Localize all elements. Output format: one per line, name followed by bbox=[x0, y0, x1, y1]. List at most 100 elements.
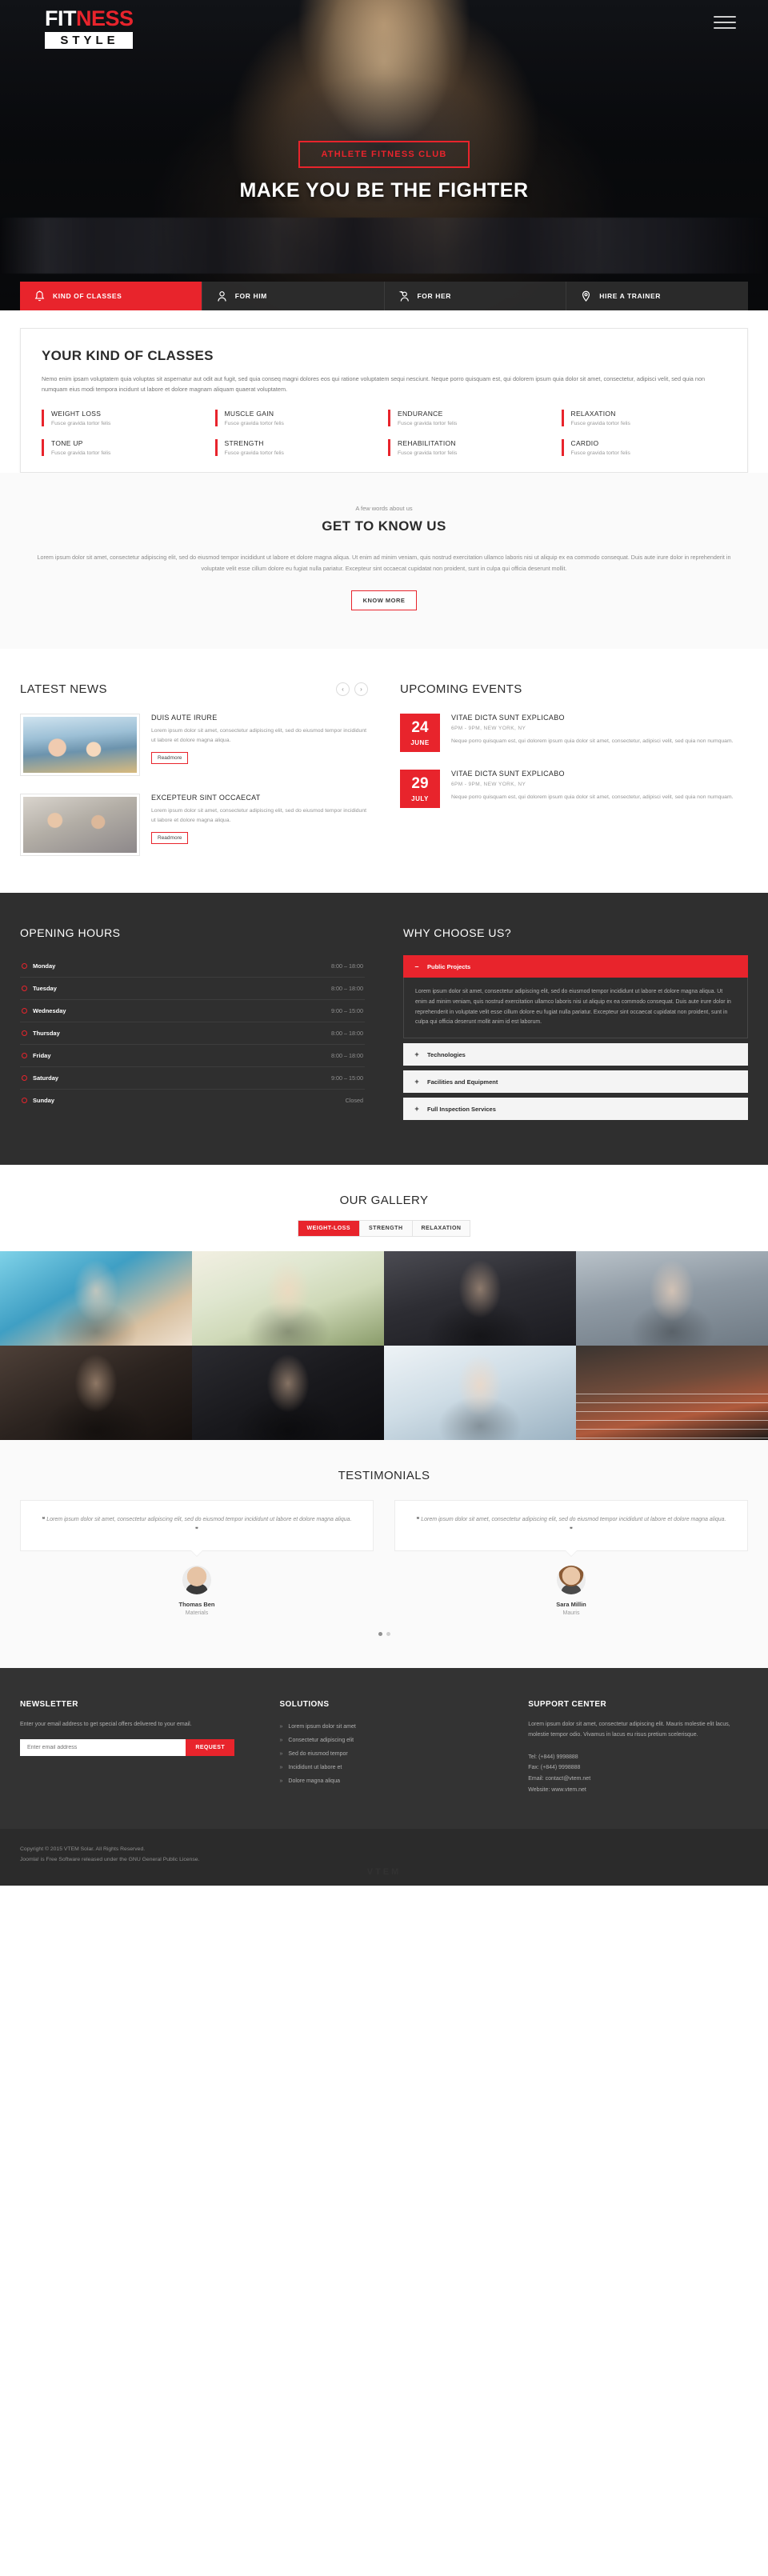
support-website[interactable]: Website: www.vtem.net bbox=[528, 1785, 748, 1796]
nav-item-for-him[interactable]: FOR HIM bbox=[201, 282, 384, 310]
hours-row: Thursday 8:00 – 18:00 bbox=[20, 1022, 365, 1046]
class-item[interactable]: RELAXATION Fusce gravida tortor felis bbox=[561, 409, 727, 426]
know-more-button[interactable]: KNOW MORE bbox=[350, 590, 418, 611]
chevron-right-icon: » bbox=[279, 1778, 283, 1784]
copyright-line-1: Copyright © 2015 VTEM Solar. All Rights … bbox=[20, 1846, 146, 1853]
class-item[interactable]: CARDIO Fusce gravida tortor felis bbox=[561, 438, 727, 456]
testimonial-quote-box: ❝ Lorem ipsum dolor sit amet, consectetu… bbox=[394, 1500, 748, 1551]
open-quote-icon: ❝ bbox=[42, 1517, 46, 1523]
hero-copy: ATHLETE FITNESS CLUB MAKE YOU BE THE FIG… bbox=[0, 141, 768, 202]
footer-support-column: SUPPORT CENTER Lorem ipsum dolor sit ame… bbox=[528, 1700, 748, 1795]
accordion-header[interactable]: + Technologies bbox=[403, 1043, 748, 1066]
about-title: GET TO KNOW US bbox=[322, 518, 446, 534]
newsletter-email-input[interactable] bbox=[20, 1738, 186, 1756]
newsletter-request-button[interactable]: REQUEST bbox=[186, 1738, 234, 1756]
gallery-tile-water-bottle[interactable] bbox=[192, 1251, 384, 1346]
bullet-dot-icon bbox=[22, 963, 27, 970]
news-prev-arrow-icon[interactable]: ‹ bbox=[336, 682, 350, 697]
accordion-item-technologies: + Technologies bbox=[403, 1043, 748, 1066]
newsletter-title: NEWSLETTER bbox=[20, 1699, 78, 1709]
plus-icon: + bbox=[414, 1050, 419, 1059]
news-readmore-button[interactable]: Readmore bbox=[151, 751, 189, 764]
why-choose-us-column: WHY CHOOSE US? – Public Projects Lorem i… bbox=[403, 926, 748, 1125]
accordion-header[interactable]: + Facilities and Equipment bbox=[403, 1070, 748, 1094]
site-logo[interactable]: FITNESS STYLE bbox=[45, 8, 134, 49]
hero-title: MAKE YOU BE THE FIGHTER bbox=[239, 179, 529, 202]
class-item-desc: Fusce gravida tortor felis bbox=[570, 450, 630, 456]
event-date-badge: 29 JULY bbox=[400, 770, 440, 809]
event-title[interactable]: VITAE DICTA SUNT EXPLICABO bbox=[451, 770, 734, 778]
nav-item-kind-of-classes[interactable]: KIND OF CLASSES bbox=[20, 282, 202, 310]
upcoming-events-header: UPCOMING EVENTS bbox=[400, 682, 748, 696]
accordion-header[interactable]: + Full Inspection Services bbox=[403, 1098, 748, 1121]
class-item[interactable]: TONE UP Fusce gravida tortor felis bbox=[42, 438, 207, 456]
gallery-title: OUR GALLERY bbox=[339, 1194, 429, 1208]
accordion-item-full-inspection-services: + Full Inspection Services bbox=[403, 1098, 748, 1121]
gallery-tile-man-torso[interactable] bbox=[192, 1346, 384, 1441]
gallery-tile-swimmer[interactable] bbox=[0, 1251, 192, 1346]
nav-item-hire-a-trainer[interactable]: HIRE A TRAINER bbox=[566, 282, 748, 310]
news-next-arrow-icon[interactable]: › bbox=[354, 682, 368, 697]
hours-row: Saturday 9:00 – 15:00 bbox=[20, 1067, 365, 1090]
gallery-filter-relaxation[interactable]: RELAXATION bbox=[413, 1221, 470, 1236]
nav-item-for-her[interactable]: FOR HER bbox=[383, 282, 566, 310]
support-title: SUPPORT CENTER bbox=[528, 1699, 607, 1709]
solutions-list: » Lorem ipsum dolor sit amet » Consectet… bbox=[279, 1720, 499, 1788]
news-item: DUIS AUTE IRURE Lorem ipsum dolor sit am… bbox=[20, 714, 368, 777]
gallery-tile-ballet[interactable] bbox=[384, 1346, 576, 1441]
testimonial-quote-line: ❝ Lorem ipsum dolor sit amet, consectetu… bbox=[40, 1515, 354, 1536]
hours-day-label: Thursday bbox=[33, 1030, 60, 1038]
close-quote-icon: ❞ bbox=[570, 1527, 573, 1534]
event-text: Neque porro quisquam est, qui dolorem ip… bbox=[451, 738, 734, 745]
gallery-tile-breakdancer[interactable] bbox=[576, 1251, 768, 1346]
page-root: FITNESS STYLE ATHLETE FITNESS CLUB MAKE … bbox=[0, 0, 768, 1886]
class-item[interactable]: ENDURANCE Fusce gravida tortor felis bbox=[388, 409, 554, 426]
news-thumbnail[interactable] bbox=[20, 794, 140, 857]
event-title[interactable]: VITAE DICTA SUNT EXPLICABO bbox=[451, 714, 734, 722]
solutions-list-item[interactable]: » Sed do eiusmod tempor bbox=[279, 1747, 499, 1761]
news-readmore-button[interactable]: Readmore bbox=[151, 831, 189, 844]
solutions-item-label: Consectetur adipiscing elit bbox=[288, 1737, 354, 1743]
support-email[interactable]: Email: contact@vtem.net bbox=[528, 1774, 748, 1785]
accordion-item-facilities-and-equipment: + Facilities and Equipment bbox=[403, 1070, 748, 1094]
about-text: Lorem ipsum dolor sit amet, consectetur … bbox=[37, 553, 731, 572]
gallery-filter-strength[interactable]: STRENGTH bbox=[360, 1221, 413, 1237]
burger-line bbox=[714, 16, 736, 18]
woman-portrait-photo bbox=[0, 1346, 192, 1441]
hours-day-label: Friday bbox=[33, 1052, 51, 1060]
accordion-label: Full Inspection Services bbox=[427, 1105, 496, 1113]
solutions-list-item[interactable]: » Consectetur adipiscing elit bbox=[279, 1734, 499, 1747]
hours-time-value: Closed bbox=[345, 1097, 363, 1105]
hours-day-cell: Saturday bbox=[22, 1074, 58, 1082]
gallery-tile-track[interactable] bbox=[576, 1346, 768, 1441]
map-pin-icon bbox=[582, 290, 590, 302]
solutions-list-item[interactable]: » Lorem ipsum dolor sit amet bbox=[279, 1720, 499, 1734]
class-item[interactable]: REHABILITATION Fusce gravida tortor feli… bbox=[388, 438, 554, 456]
logo-ness-text: NESS bbox=[76, 6, 134, 30]
class-item[interactable]: WEIGHT LOSS Fusce gravida tortor felis bbox=[42, 409, 207, 426]
hours-row: Tuesday 8:00 – 18:00 bbox=[20, 978, 365, 1001]
nav-item-label: HIRE A TRAINER bbox=[599, 292, 661, 300]
hamburger-menu-icon[interactable] bbox=[714, 16, 736, 33]
class-item-desc: Fusce gravida tortor felis bbox=[51, 420, 111, 426]
gallery-filter-weight-loss[interactable]: WEIGHT-LOSS bbox=[298, 1221, 360, 1237]
hours-row: Sunday Closed bbox=[20, 1090, 365, 1111]
event-meta: 6PM - 9PM, NEW YORK, NY bbox=[451, 726, 526, 732]
testimonial-item: ❝ Lorem ipsum dolor sit amet, consectetu… bbox=[20, 1500, 374, 1616]
news-item-body: DUIS AUTE IRURE Lorem ipsum dolor sit am… bbox=[151, 714, 368, 776]
gallery-tile-portrait[interactable] bbox=[0, 1346, 192, 1441]
accordion-header[interactable]: – Public Projects bbox=[403, 955, 748, 978]
pagination-dot[interactable] bbox=[386, 1631, 390, 1636]
class-item-desc: Fusce gravida tortor felis bbox=[224, 420, 284, 426]
gallery-tile-barbell[interactable] bbox=[384, 1251, 576, 1346]
pagination-dot[interactable] bbox=[378, 1631, 382, 1636]
testimonials-grid: ❝ Lorem ipsum dolor sit amet, consectetu… bbox=[20, 1500, 748, 1616]
news-thumbnail[interactable] bbox=[20, 714, 140, 777]
solutions-list-item[interactable]: » Dolore magna aliqua bbox=[279, 1774, 499, 1788]
bullet-dot-icon bbox=[22, 986, 27, 992]
solutions-list-item[interactable]: » Incididunt ut labore et bbox=[279, 1761, 499, 1774]
class-item-name: WEIGHT LOSS bbox=[51, 409, 102, 418]
event-body: VITAE DICTA SUNT EXPLICABO 6PM - 9PM, NE… bbox=[451, 714, 734, 752]
class-item[interactable]: MUSCLE GAIN Fusce gravida tortor felis bbox=[214, 409, 381, 426]
class-item[interactable]: STRENGTH Fusce gravida tortor felis bbox=[214, 438, 381, 456]
